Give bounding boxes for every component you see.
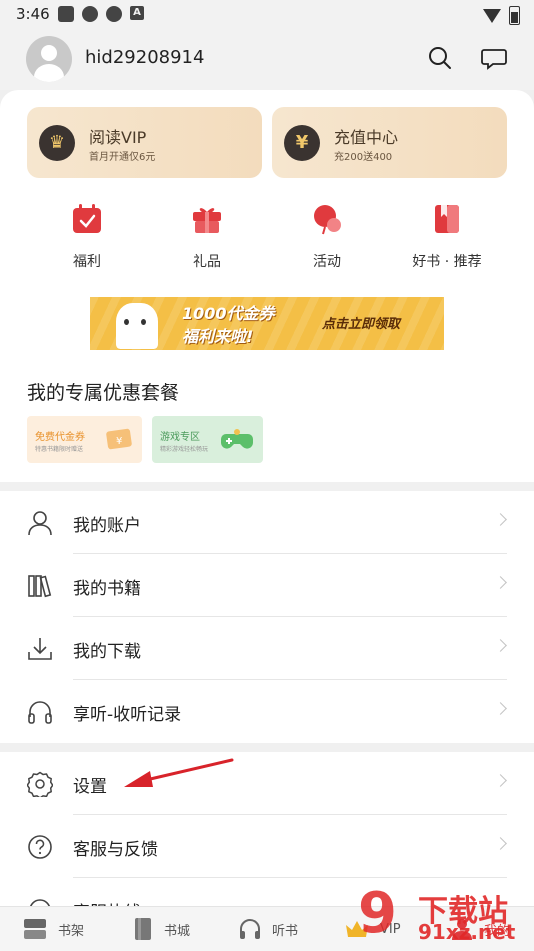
tab-label: 书城 <box>164 923 191 939</box>
headphones-icon <box>240 919 260 939</box>
avatar[interactable] <box>26 36 72 82</box>
site-watermark: 9 下载站 91xz.net <box>358 884 528 946</box>
profile-header: hid29208914 <box>0 28 534 90</box>
tab-audiobooks[interactable]: 听书 <box>238 916 298 942</box>
tab-shelf[interactable]: 书架 <box>22 916 84 942</box>
main-content: ♛ 阅读VIP 首月开通仅6元 ¥ 充值中心 充200送400 福利 礼品 活动… <box>0 90 534 906</box>
notification-pinwheel-icon <box>82 6 98 22</box>
battery-icon <box>509 6 520 25</box>
search-icon[interactable] <box>426 44 454 72</box>
notification-pinwheel-icon-2 <box>106 6 122 22</box>
annotation-arrow <box>124 758 234 787</box>
wifi-icon <box>483 8 501 23</box>
notification-a-icon: A <box>130 6 144 20</box>
tab-label: 书架 <box>58 923 85 939</box>
status-bar: 3:46 A <box>0 0 534 28</box>
status-right-icons <box>483 6 520 25</box>
watermark-line2: 91xz.net <box>418 920 516 944</box>
watermark-digits: 9 <box>358 881 397 946</box>
notification-square-icon <box>58 6 74 22</box>
message-icon[interactable] <box>480 44 508 72</box>
username[interactable]: hid29208914 <box>85 47 204 68</box>
tab-bookstore[interactable]: 书城 <box>132 916 190 942</box>
status-icons: A <box>58 6 144 22</box>
shelf-icon <box>24 919 46 939</box>
tab-label: 听书 <box>272 923 299 939</box>
status-time: 3:46 <box>16 5 50 23</box>
bookstore-icon <box>135 918 151 940</box>
